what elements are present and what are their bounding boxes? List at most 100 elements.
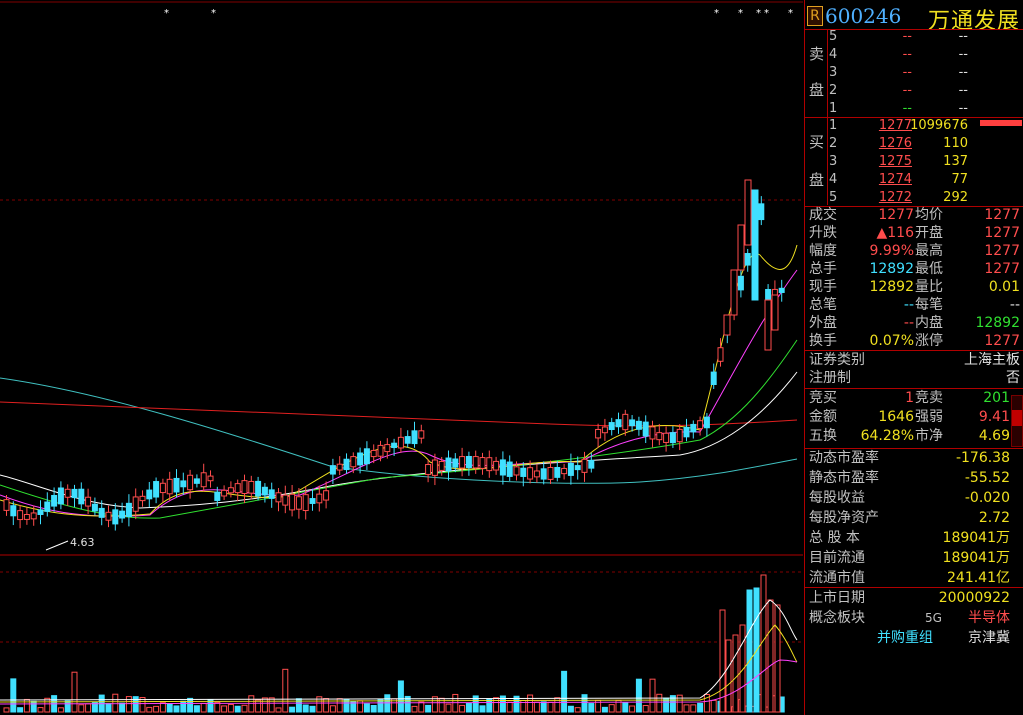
candle[interactable] <box>404 436 411 444</box>
candle[interactable] <box>85 496 92 507</box>
candle[interactable] <box>547 466 554 480</box>
candle[interactable] <box>132 496 139 512</box>
candle[interactable] <box>282 494 289 506</box>
candle[interactable] <box>112 509 119 525</box>
candle[interactable] <box>697 420 704 430</box>
candle[interactable] <box>588 459 595 469</box>
candle[interactable] <box>418 430 425 439</box>
candle[interactable] <box>234 483 241 494</box>
candle[interactable] <box>493 460 500 471</box>
event-marker[interactable]: * <box>764 8 769 19</box>
candle[interactable] <box>187 474 194 491</box>
candle[interactable] <box>744 253 751 266</box>
kline-chart[interactable] <box>0 0 803 715</box>
candle[interactable] <box>615 419 622 428</box>
candle[interactable] <box>737 275 744 291</box>
r-badge-icon[interactable]: R <box>807 6 823 26</box>
candle[interactable] <box>710 371 717 386</box>
candle[interactable] <box>316 493 323 504</box>
candle[interactable] <box>656 432 663 441</box>
candle[interactable] <box>336 463 343 471</box>
scrollbar-thumb[interactable] <box>1012 410 1022 426</box>
event-marker[interactable]: * <box>714 8 719 19</box>
candle[interactable] <box>758 203 765 221</box>
buy-row-5[interactable]: 5 1272 292 <box>805 189 1023 207</box>
candle[interactable] <box>51 494 58 507</box>
candle[interactable] <box>764 299 772 351</box>
candle[interactable] <box>744 179 752 246</box>
candle[interactable] <box>159 482 166 494</box>
sell-row-2[interactable]: 2 -- -- <box>805 82 1023 100</box>
candle[interactable] <box>513 466 520 476</box>
candle[interactable] <box>465 455 472 469</box>
candle[interactable] <box>431 459 438 476</box>
concept-tag-semiconductor[interactable]: 半导体 <box>968 608 1010 628</box>
candle[interactable] <box>397 436 404 449</box>
candle[interactable] <box>438 460 445 471</box>
candle[interactable] <box>343 458 350 471</box>
candle[interactable] <box>98 507 105 518</box>
candle[interactable] <box>173 477 180 493</box>
candle[interactable] <box>459 456 466 469</box>
candle[interactable] <box>17 510 24 521</box>
candle[interactable] <box>10 505 17 517</box>
candle[interactable] <box>207 475 214 482</box>
candle[interactable] <box>540 468 547 480</box>
concept-tag-ma[interactable]: 并购重组 <box>877 628 933 648</box>
buy-row-3[interactable]: 3 1275 137 <box>805 153 1023 171</box>
candle[interactable] <box>425 464 432 475</box>
candle[interactable] <box>377 444 384 457</box>
candle[interactable] <box>200 472 207 488</box>
candle[interactable] <box>275 492 282 503</box>
candle[interactable] <box>723 314 731 336</box>
candle[interactable] <box>445 457 452 472</box>
candle[interactable] <box>153 481 160 498</box>
candle[interactable] <box>561 467 568 475</box>
candle[interactable] <box>370 449 377 458</box>
candle[interactable] <box>329 465 336 475</box>
candle[interactable] <box>309 498 316 504</box>
candle[interactable] <box>737 224 745 271</box>
candle[interactable] <box>554 467 561 478</box>
candle[interactable] <box>363 448 370 465</box>
concept-tag-region[interactable]: 京津冀 <box>968 628 1010 648</box>
candle[interactable] <box>23 514 30 520</box>
candle[interactable] <box>527 467 534 480</box>
candle[interactable] <box>649 426 656 440</box>
kline-chart-area[interactable]: * * * * * * * 4.63 <box>0 0 803 715</box>
candle[interactable] <box>642 421 649 437</box>
candle[interactable] <box>261 486 268 496</box>
buy-row-4[interactable]: 4 1274 77 <box>805 171 1023 189</box>
candle[interactable] <box>506 461 513 477</box>
candle[interactable] <box>595 428 602 439</box>
sell-row-5[interactable]: 5 -- -- <box>805 28 1023 46</box>
candle[interactable] <box>255 480 262 497</box>
candle[interactable] <box>663 432 670 443</box>
side-scrollbar[interactable] <box>1011 395 1023 447</box>
event-marker[interactable]: * <box>756 8 761 19</box>
event-marker[interactable]: * <box>211 8 216 19</box>
candle[interactable] <box>499 459 506 476</box>
candle[interactable] <box>391 442 398 449</box>
buy-row-1[interactable]: 1 1277 1099676 <box>805 117 1023 135</box>
candle[interactable] <box>669 432 676 444</box>
candle[interactable] <box>608 422 615 431</box>
event-marker[interactable]: * <box>164 8 169 19</box>
candle[interactable] <box>472 456 479 469</box>
buy-row-2[interactable]: 2 1276 110 <box>805 135 1023 153</box>
candle[interactable] <box>166 478 173 495</box>
candle[interactable] <box>146 489 153 500</box>
candle[interactable] <box>730 269 738 316</box>
candle[interactable] <box>629 419 636 427</box>
candle[interactable] <box>227 487 234 494</box>
candle[interactable] <box>78 488 85 505</box>
candle[interactable] <box>221 489 228 497</box>
candle[interactable] <box>180 480 187 488</box>
candle[interactable] <box>214 491 221 501</box>
candle[interactable] <box>193 478 200 484</box>
candle[interactable] <box>486 457 493 472</box>
candle[interactable] <box>125 502 132 518</box>
candle[interactable] <box>717 347 724 362</box>
candle[interactable] <box>44 501 51 512</box>
candle[interactable] <box>119 510 126 519</box>
